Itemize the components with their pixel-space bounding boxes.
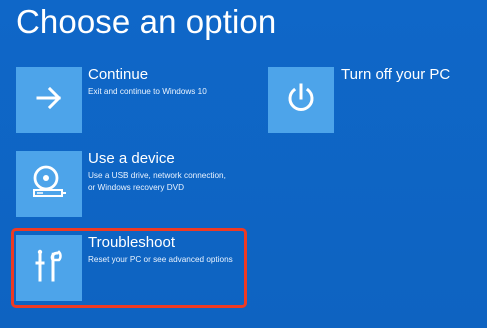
troubleshoot-description: Reset your PC or see advanced options xyxy=(88,255,233,264)
continue-option[interactable]: Continue Exit and continue to Windows 10 xyxy=(16,66,246,137)
turn-off-tile[interactable] xyxy=(268,67,334,133)
disc-drive-icon xyxy=(29,162,69,207)
recovery-screen: Choose an option Continue Exit and conti… xyxy=(0,0,487,328)
use-device-label: Use a device xyxy=(88,150,175,167)
continue-tile[interactable] xyxy=(16,67,82,133)
troubleshoot-label: Troubleshoot xyxy=(88,234,175,251)
continue-label: Continue xyxy=(88,66,149,83)
turn-off-label: Turn off your PC xyxy=(341,66,451,83)
continue-description: Exit and continue to Windows 10 xyxy=(88,87,207,96)
tools-icon xyxy=(29,246,69,291)
use-device-tile[interactable] xyxy=(16,151,82,217)
troubleshoot-tile[interactable] xyxy=(16,235,82,301)
turn-off-option[interactable]: Turn off your PC xyxy=(268,66,478,137)
troubleshoot-option[interactable]: Troubleshoot Reset your PC or see advanc… xyxy=(16,234,246,305)
page-title: Choose an option xyxy=(16,3,277,40)
arrow-right-icon xyxy=(32,81,66,120)
use-device-description: Use a USB drive, network connection, or … xyxy=(88,171,226,192)
use-device-option[interactable]: Use a device Use a USB drive, network co… xyxy=(16,150,246,221)
power-icon xyxy=(283,80,319,121)
